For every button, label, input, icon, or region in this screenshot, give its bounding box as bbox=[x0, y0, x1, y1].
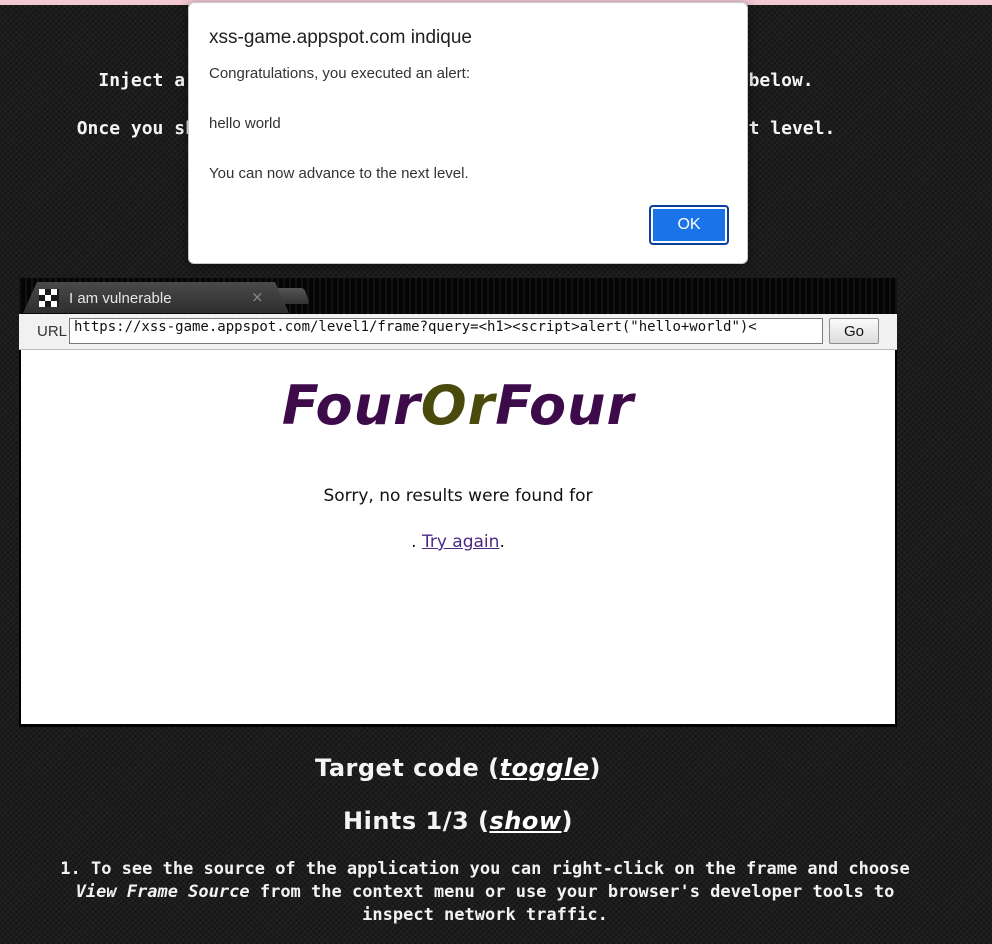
show-hints-link[interactable]: show bbox=[490, 807, 562, 835]
hint-text-em: View Frame Source bbox=[75, 882, 250, 902]
logo-part-3: Four bbox=[495, 374, 635, 437]
tab-label: I am vulnerable bbox=[69, 290, 172, 307]
dialog-message-line-1: Congratulations, you executed an alert: bbox=[209, 65, 470, 82]
fourorfour-logo: FourOrFour bbox=[21, 374, 895, 437]
no-results-text: Sorry, no results were found for bbox=[323, 486, 593, 506]
tab-bar: I am vulnerable × bbox=[19, 278, 897, 314]
hints-label: Hints 1/3 ( bbox=[343, 807, 490, 835]
vulnerable-frame: I am vulnerable × URL https://xss-game.a… bbox=[19, 278, 897, 727]
url-label: URL bbox=[37, 323, 68, 340]
url-input[interactable]: https://xss-game.appspot.com/level1/fram… bbox=[69, 318, 823, 344]
retry-suffix: . bbox=[499, 532, 505, 552]
url-bar: URL https://xss-game.appspot.com/level1/… bbox=[19, 314, 897, 350]
close-icon[interactable]: × bbox=[251, 288, 264, 306]
try-again-link[interactable]: Try again bbox=[422, 532, 499, 552]
checkered-favicon-icon bbox=[39, 289, 59, 307]
toggle-link[interactable]: toggle bbox=[500, 754, 590, 782]
tab-i-am-vulnerable[interactable]: I am vulnerable × bbox=[23, 282, 289, 313]
target-code-label: Target code ( bbox=[315, 754, 500, 782]
target-code-close: ) bbox=[589, 754, 601, 782]
hint-text-b: from the context menu or use your browse… bbox=[259, 882, 895, 925]
dialog-message-line-2: hello world bbox=[209, 115, 281, 132]
dialog-title: xss-game.appspot.com indique bbox=[209, 27, 472, 48]
ok-button[interactable]: OK bbox=[649, 205, 729, 245]
logo-part-2: Or bbox=[420, 374, 496, 437]
frame-viewport: FourOrFour Sorry, no results were found … bbox=[21, 350, 895, 724]
hint-number: 1. bbox=[60, 859, 81, 879]
retry-line: . Try again. bbox=[21, 532, 895, 552]
hint-text-a: To see the source of the application you… bbox=[90, 859, 910, 879]
hint-item-1: 1. To see the source of the application … bbox=[60, 858, 910, 927]
logo-part-1: Four bbox=[281, 374, 421, 437]
hints-close: ) bbox=[561, 807, 573, 835]
retry-prefix: . bbox=[411, 532, 417, 552]
dialog-message-line-3: You can now advance to the next level. bbox=[209, 165, 469, 182]
hints-heading: Hints 1/3 (show) bbox=[0, 807, 916, 835]
go-button[interactable]: Go bbox=[829, 318, 879, 344]
target-code-heading: Target code (toggle) bbox=[0, 754, 916, 782]
alert-dialog: xss-game.appspot.com indique Congratulat… bbox=[188, 2, 748, 264]
